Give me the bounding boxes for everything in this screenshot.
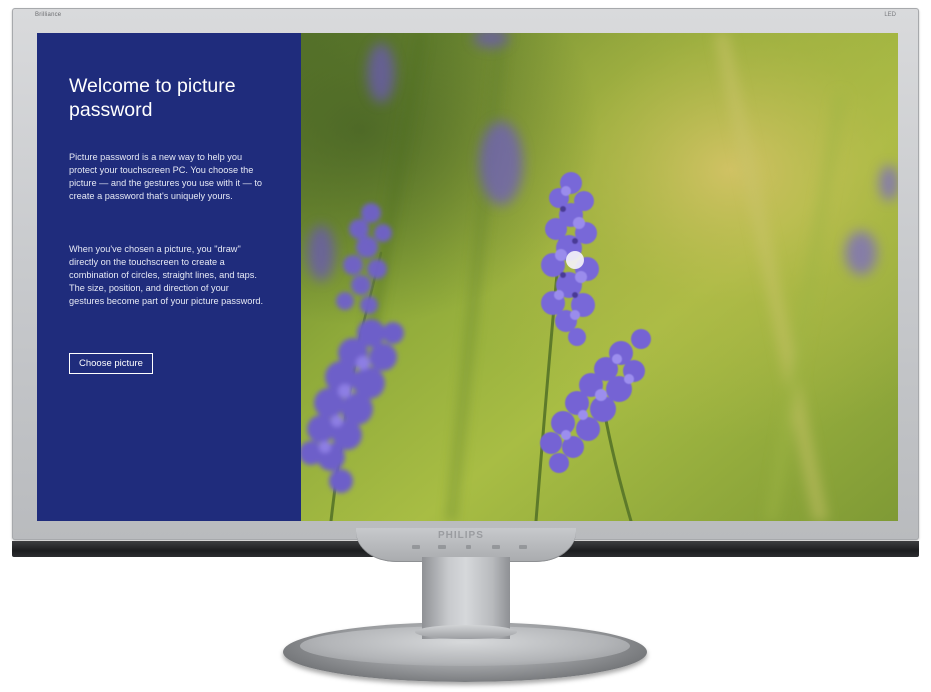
tap-indicator-dot [566,251,584,269]
monitor-power-button[interactable] [466,545,471,549]
choose-picture-button[interactable]: Choose picture [69,353,153,374]
picture-password-panel: Welcome to picture password Picture pass… [37,33,301,521]
monitor-control-button[interactable] [519,545,527,549]
monitor-stand-ring [415,625,517,639]
monitor-control-button[interactable] [438,545,446,549]
monitor-led-label: LED [884,12,896,18]
lavender-picture[interactable] [301,33,898,521]
page-title: Welcome to picture password [69,75,236,121]
monitor-logo: PHILIPS [438,530,484,541]
intro-paragraph: Picture password is a new way to help yo… [69,152,263,201]
monitor-brand-label: Brilliance [35,12,62,18]
instructions-paragraph: When you've chosen a picture, you "draw"… [69,244,264,306]
monitor-screen: Welcome to picture password Picture pass… [37,33,898,521]
monitor-control-button[interactable] [412,545,420,549]
monitor-control-button[interactable] [492,545,500,549]
